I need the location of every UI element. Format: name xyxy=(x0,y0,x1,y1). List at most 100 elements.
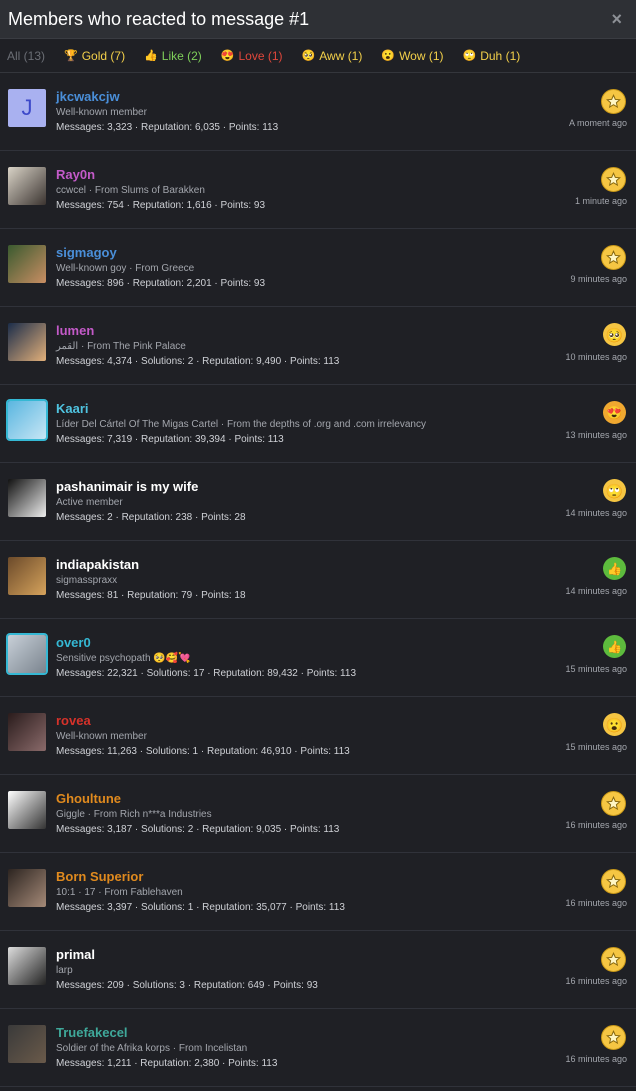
tab-all[interactable]: All (13) xyxy=(7,49,45,63)
user-title: larp xyxy=(56,965,73,976)
tab-aww[interactable]: 🥺 Aww (1) xyxy=(302,49,363,63)
user-title: Giggle · From Rich n***a Industries xyxy=(56,809,212,820)
avatar[interactable] xyxy=(8,245,46,283)
tab-label: Wow (1) xyxy=(399,48,444,63)
tab-like[interactable]: 👍 Like (2) xyxy=(144,49,202,63)
reaction-time: 16 minutes ago xyxy=(565,1054,627,1064)
reaction-time: 15 minutes ago xyxy=(565,742,627,752)
avatar[interactable] xyxy=(8,791,46,829)
username-link[interactable]: lumen xyxy=(56,324,339,338)
tab-wow[interactable]: 😮 Wow (1) xyxy=(381,49,443,63)
tab-label: All (13) xyxy=(7,48,46,63)
tab-label: Aww (1) xyxy=(319,48,363,63)
member-info: Ghoultune Giggle · From Rich n***a Indust… xyxy=(56,792,339,837)
avatar[interactable] xyxy=(8,401,46,439)
user-stats: Messages: 81 · Reputation: 79 · Points: … xyxy=(56,590,246,601)
member-row: Ray0n ccwcel · From Slums of Barakken Mess… xyxy=(0,151,636,229)
wow-icon: 😮 xyxy=(603,713,626,736)
username-link[interactable]: Truefakecel xyxy=(56,1026,277,1040)
user-stats: Messages: 754 · Reputation: 1,616 · Poin… xyxy=(56,200,266,211)
username-link[interactable]: over0 xyxy=(56,636,356,650)
avatar[interactable] xyxy=(8,947,46,985)
avatar[interactable] xyxy=(8,713,46,751)
gold-star-icon xyxy=(601,791,626,816)
aww-icon: 🥺 xyxy=(603,323,626,346)
reaction-time: 14 minutes ago xyxy=(565,508,627,518)
avatar[interactable] xyxy=(8,167,46,205)
member-row: indiapakistan sigmasspraxx Messages: 81 · … xyxy=(0,541,636,619)
username-link[interactable]: sigmagoy xyxy=(56,246,265,260)
user-title: ccwcel · From Slums of Barakken xyxy=(56,185,205,196)
username-link[interactable]: indiapakistan xyxy=(56,558,246,572)
username-link[interactable]: rovea xyxy=(56,714,350,728)
member-info: rovea Well-known member Messages: 11,263 ·… xyxy=(56,714,350,759)
user-title: Well-known member xyxy=(56,731,147,742)
username-link[interactable]: jkcwakcjw xyxy=(56,90,278,104)
avatar[interactable] xyxy=(8,635,46,673)
member-row: Jjkcwakcjw Well-known member Messages: 3,3… xyxy=(0,73,636,151)
user-title: 10:1 · 17 · From Fablehaven xyxy=(56,887,183,898)
member-row: rovea Well-known member Messages: 11,263 ·… xyxy=(0,697,636,775)
member-row: Born Superior 10:1 · 17 · From Fablehaven… xyxy=(0,853,636,931)
reaction-time: 13 minutes ago xyxy=(565,430,627,440)
avatar-letter[interactable]: J xyxy=(8,89,46,127)
user-title: sigmasspraxx xyxy=(56,575,118,586)
duh-icon: 🙄 xyxy=(462,50,477,62)
user-title: Active member xyxy=(56,497,123,508)
member-info: primal larp Messages: 209 · Solutions: 3 ·… xyxy=(56,948,318,993)
aww-icon: 🥺 xyxy=(301,50,316,62)
dialog-header: Members who reacted to message #1 × xyxy=(0,0,636,39)
reaction-time: 15 minutes ago xyxy=(565,664,627,674)
user-stats: Messages: 2 · Reputation: 238 · Points: … xyxy=(56,512,246,523)
like-icon: 👍 xyxy=(603,635,626,658)
close-icon[interactable]: × xyxy=(611,9,622,30)
member-row: pashanimair is my wife Active member Messa… xyxy=(0,463,636,541)
tab-label: Gold (7) xyxy=(81,48,126,63)
user-title: القمر · From The Pink Palace xyxy=(56,341,186,352)
avatar[interactable] xyxy=(8,557,46,595)
reaction-time: 14 minutes ago xyxy=(565,586,627,596)
member-info: indiapakistan sigmasspraxx Messages: 81 · … xyxy=(56,558,246,603)
user-stats: Messages: 3,323 · Reputation: 6,035 · Po… xyxy=(56,122,279,133)
avatar[interactable] xyxy=(8,479,46,517)
love-icon: 😍 xyxy=(220,50,235,62)
member-row: Ghoultune Giggle · From Rich n***a Indust… xyxy=(0,775,636,853)
reaction-time: 1 minute ago xyxy=(574,196,627,206)
gold-star-icon xyxy=(601,89,626,114)
avatar[interactable] xyxy=(8,869,46,907)
gold-star-icon xyxy=(601,1025,626,1050)
reaction-time: 16 minutes ago xyxy=(565,898,627,908)
username-link[interactable]: Born Superior xyxy=(56,870,345,884)
username-link[interactable]: Kaari xyxy=(56,402,426,416)
like-icon: 👍 xyxy=(144,50,158,62)
reaction-time: 16 minutes ago xyxy=(565,820,627,830)
username-link[interactable]: Ghoultune xyxy=(56,792,339,806)
member-row: Kaari Líder Del Cártel Of The Migas Carte… xyxy=(0,385,636,463)
avatar[interactable] xyxy=(8,1025,46,1063)
reaction-time: A moment ago xyxy=(568,118,627,128)
user-title: Well-known member xyxy=(56,107,147,118)
reaction-time: 16 minutes ago xyxy=(565,976,627,986)
member-list: Jjkcwakcjw Well-known member Messages: 3,3… xyxy=(0,73,636,1087)
duh-icon: 🙄 xyxy=(603,479,626,502)
avatar[interactable] xyxy=(8,323,46,361)
member-info: Born Superior 10:1 · 17 · From Fablehaven… xyxy=(56,870,345,915)
user-title: Sensitive psychopath 🥺🥰💘 xyxy=(56,653,191,664)
username-link[interactable]: primal xyxy=(56,948,318,962)
tab-duh[interactable]: 🙄 Duh (1) xyxy=(463,49,521,63)
gold-star-icon xyxy=(601,245,626,270)
dialog-title: Members who reacted to message #1 xyxy=(8,8,310,29)
member-info: Ray0n ccwcel · From Slums of Barakken Mess… xyxy=(56,168,265,213)
tab-gold[interactable]: 🏆 Gold (7) xyxy=(64,49,125,63)
user-stats: Messages: 11,263 · Solutions: 1 · Reputa… xyxy=(56,746,350,757)
tab-love[interactable]: 😍 Love (1) xyxy=(221,49,283,63)
gold-star-icon xyxy=(601,167,626,192)
love-icon: 😍 xyxy=(603,401,626,424)
user-stats: Messages: 7,319 · Reputation: 39,394 · P… xyxy=(56,434,284,445)
username-link[interactable]: Ray0n xyxy=(56,168,265,182)
member-row: sigmagoy Well-known goy · From Greece Mess… xyxy=(0,229,636,307)
member-info: sigmagoy Well-known goy · From Greece Mess… xyxy=(56,246,265,291)
member-info: Kaari Líder Del Cártel Of The Migas Carte… xyxy=(56,402,426,447)
tab-label: Duh (1) xyxy=(480,48,521,63)
username-link[interactable]: pashanimair is my wife xyxy=(56,480,246,494)
